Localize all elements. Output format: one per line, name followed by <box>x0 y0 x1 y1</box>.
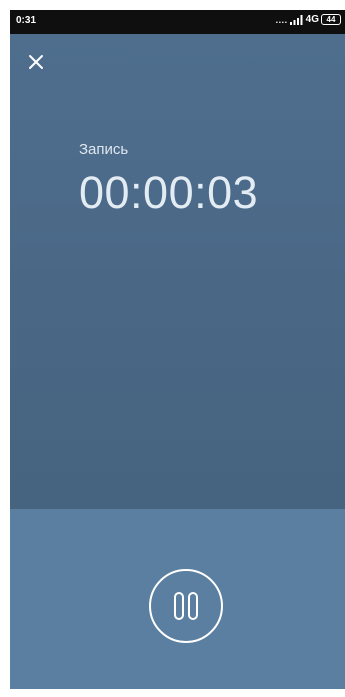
recording-area <box>10 34 345 509</box>
pause-button[interactable] <box>148 568 224 644</box>
status-bar: 0:31 .... 4G 44 <box>10 10 345 34</box>
close-icon[interactable] <box>26 52 46 72</box>
signal-dots: .... <box>275 14 288 25</box>
status-time: 0:31 <box>16 15 37 26</box>
recording-label: Запись <box>79 141 129 158</box>
signal-bars-icon <box>289 14 303 25</box>
recording-timer: 00:00:03 <box>79 167 259 218</box>
network-type: 4G <box>305 14 319 25</box>
battery-indicator: 44 <box>321 14 341 25</box>
status-indicators: .... 4G 44 <box>276 14 341 25</box>
pause-icon <box>174 592 198 620</box>
recorder-screen: 0:31 .... 4G 44 Запись 00:00:03 <box>10 10 345 689</box>
